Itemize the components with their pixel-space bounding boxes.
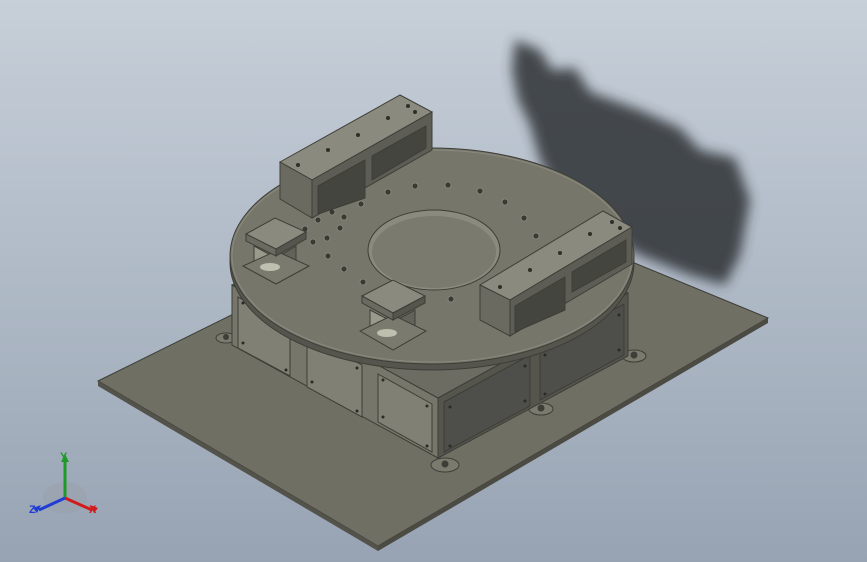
reference-triad[interactable]: X Y Z [22, 446, 112, 526]
center-bore [367, 209, 501, 291]
graphics-viewport[interactable]: X Y Z [0, 0, 867, 562]
x-axis-label: X [89, 504, 97, 516]
y-axis-label: Y [60, 451, 68, 463]
model-view[interactable] [0, 0, 867, 562]
z-axis-label: Z [29, 504, 36, 516]
